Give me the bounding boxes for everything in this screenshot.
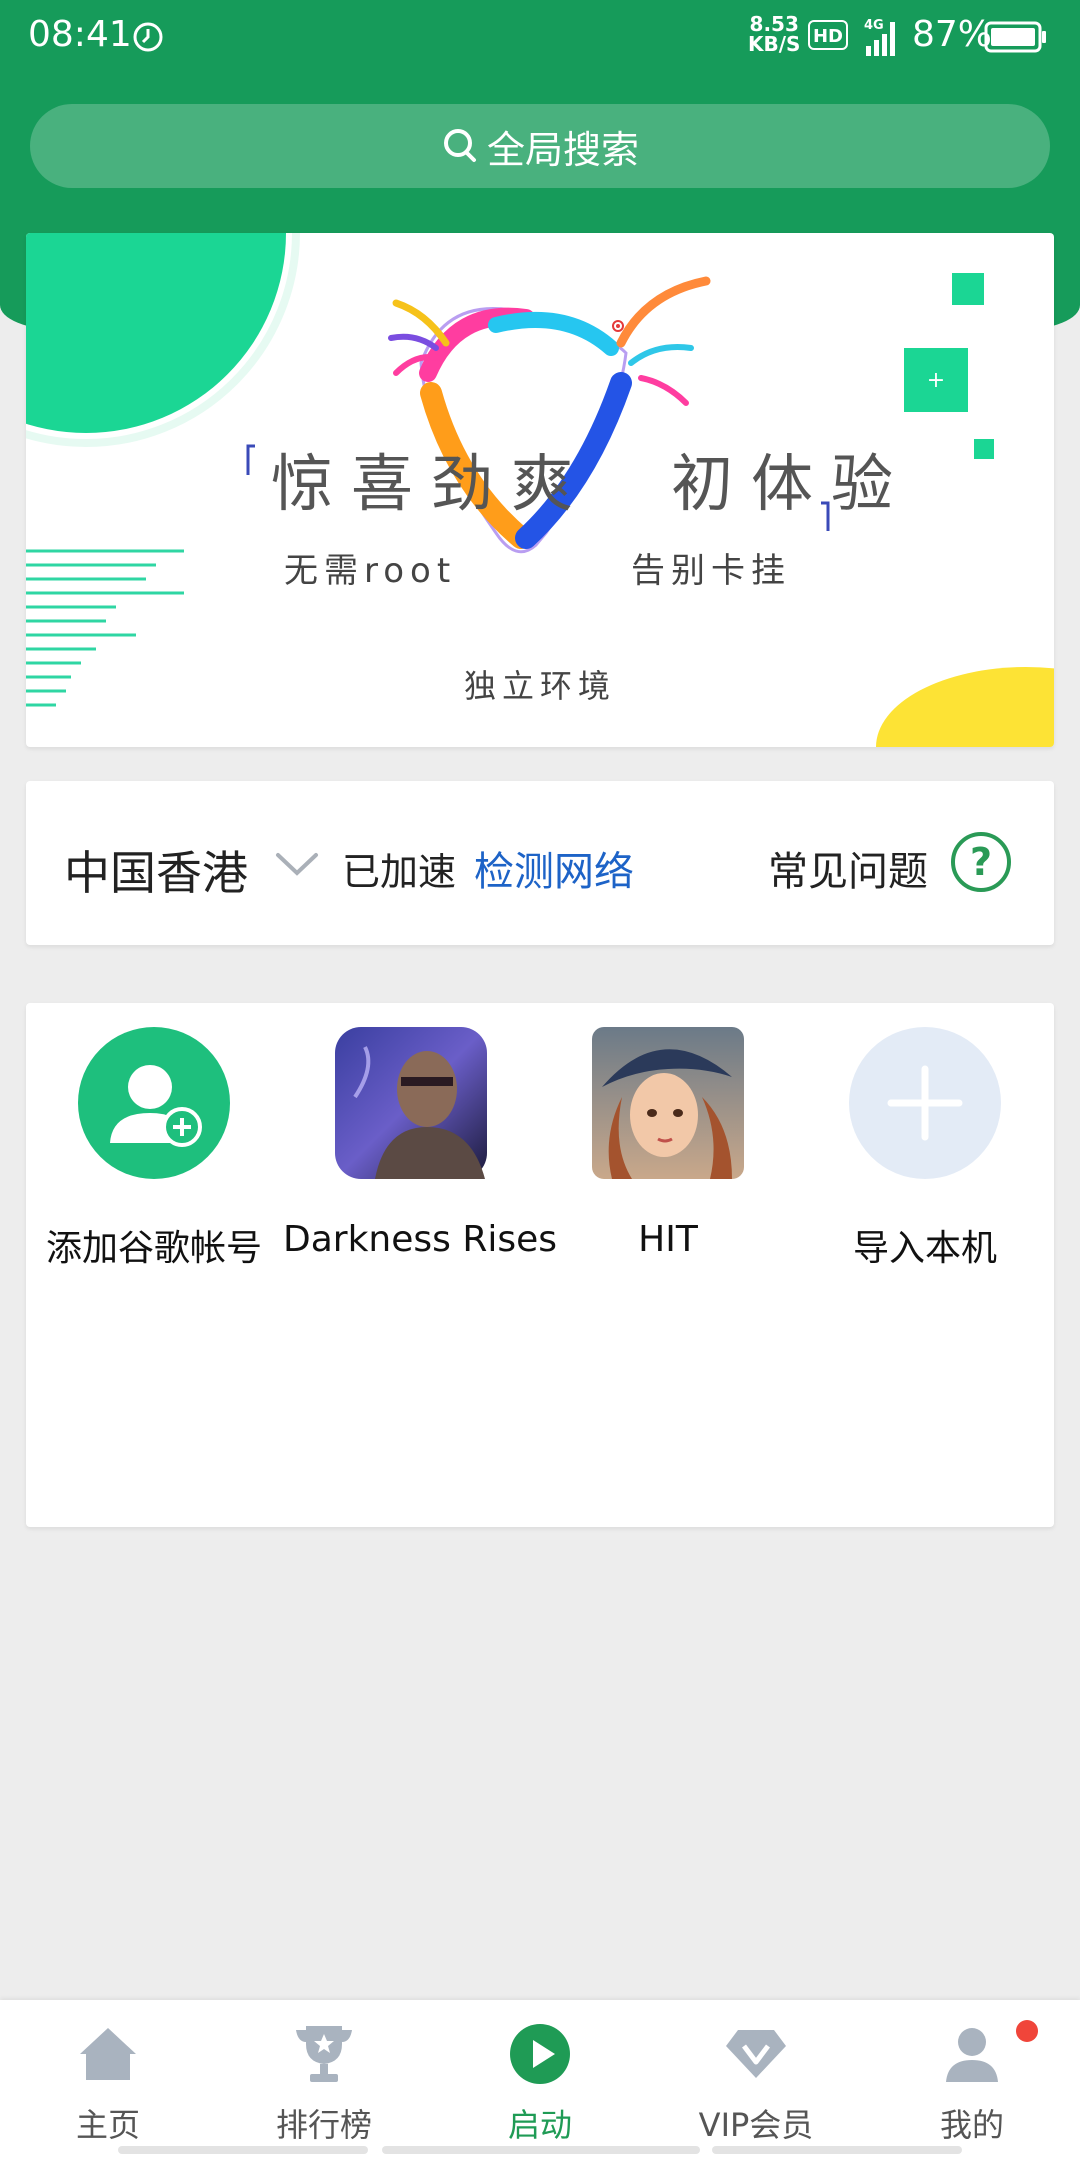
faq-link[interactable]: 常见问题 bbox=[768, 839, 928, 897]
search-label: 全局搜索 bbox=[486, 127, 639, 172]
app-label: HIT bbox=[638, 1219, 698, 1260]
help-icon[interactable]: ? bbox=[950, 831, 1012, 893]
notification-badge bbox=[1016, 2020, 1038, 2042]
svg-text:?: ? bbox=[970, 840, 992, 884]
nav-label: 启动 bbox=[507, 2106, 572, 2144]
bottom-navigation: 主页 排行榜 启动 VIP会员 我的 bbox=[0, 2000, 1080, 2160]
region-card: 中国香港 已加速 检测网络 常见问题 ? bbox=[26, 781, 1054, 945]
profile-icon bbox=[946, 2028, 998, 2082]
nav-item-home[interactable]: 主页 bbox=[0, 2000, 216, 2150]
nav-label: 主页 bbox=[75, 2106, 140, 2144]
svg-text:+: + bbox=[927, 368, 945, 393]
play-icon bbox=[510, 2024, 570, 2084]
status-bar: 08:41 8.53 KB/S HD 4G 87% bbox=[0, 0, 1080, 76]
nav-item-launch[interactable]: 启动 bbox=[432, 2000, 648, 2150]
home-icon bbox=[80, 2028, 136, 2080]
battery-icon bbox=[984, 21, 1046, 53]
promo-banner[interactable]: + 惊喜劲爽 初体验 无需root 告别卡挂 独立环境 bbox=[26, 233, 1054, 747]
vip-diamond-icon bbox=[726, 2030, 786, 2078]
apps-card: 添加谷歌帐号 Darkness Rises HIT 导入本机 bbox=[26, 1003, 1054, 1527]
hit-app-icon bbox=[592, 1027, 744, 1179]
gesture-bar-center bbox=[382, 2146, 700, 2154]
nav-label: 我的 bbox=[939, 2106, 1004, 2144]
nav-item-ranking[interactable]: 排行榜 bbox=[216, 2000, 432, 2150]
signal-icon: 4G bbox=[864, 18, 895, 56]
banner-right-text: 告别卡挂 bbox=[631, 551, 791, 591]
svg-text:4G: 4G bbox=[864, 18, 884, 33]
plus-icon bbox=[849, 1027, 1001, 1179]
app-tile-hit[interactable]: HIT bbox=[540, 1027, 796, 1287]
banner-headline: 惊喜劲爽 初体验 bbox=[271, 447, 912, 520]
alarm-icon bbox=[133, 22, 163, 52]
app-tile-import-local[interactable]: 导入本机 bbox=[797, 1027, 1053, 1287]
banner-center-text: 独立环境 bbox=[464, 667, 617, 705]
global-search-bar[interactable]: 全局搜索 bbox=[30, 104, 1050, 188]
nav-label: VIP会员 bbox=[698, 2106, 814, 2144]
search-icon bbox=[443, 129, 476, 162]
nav-item-profile[interactable]: 我的 bbox=[864, 2000, 1080, 2150]
nav-item-vip[interactable]: VIP会员 bbox=[648, 2000, 864, 2150]
status-time: 08:41 bbox=[28, 14, 132, 55]
network-speed: 8.53 KB/S bbox=[748, 12, 801, 56]
darkness-rises-app-icon bbox=[335, 1027, 487, 1179]
app-tile-add-google-account[interactable]: 添加谷歌帐号 bbox=[26, 1027, 282, 1287]
app-label: 导入本机 bbox=[852, 1228, 997, 1269]
battery-percentage: 87% bbox=[912, 14, 993, 55]
gesture-bar-right bbox=[712, 2146, 962, 2154]
gesture-bar-left bbox=[118, 2146, 368, 2154]
add-account-icon bbox=[78, 1027, 230, 1179]
detect-network-link[interactable]: 检测网络 bbox=[474, 839, 634, 897]
trophy-icon bbox=[296, 2026, 352, 2082]
hd-badge: HD bbox=[808, 20, 848, 50]
chevron-down-icon[interactable] bbox=[274, 847, 320, 879]
region-selector[interactable]: 中国香港 bbox=[64, 837, 248, 903]
acceleration-status: 已加速 bbox=[342, 850, 457, 894]
app-label: 添加谷歌帐号 bbox=[45, 1228, 262, 1269]
app-label: Darkness Rises bbox=[283, 1219, 558, 1260]
banner-left-text: 无需root bbox=[284, 551, 457, 591]
nav-label: 排行榜 bbox=[275, 2106, 372, 2144]
app-tile-darkness-rises[interactable]: Darkness Rises bbox=[283, 1027, 558, 1287]
